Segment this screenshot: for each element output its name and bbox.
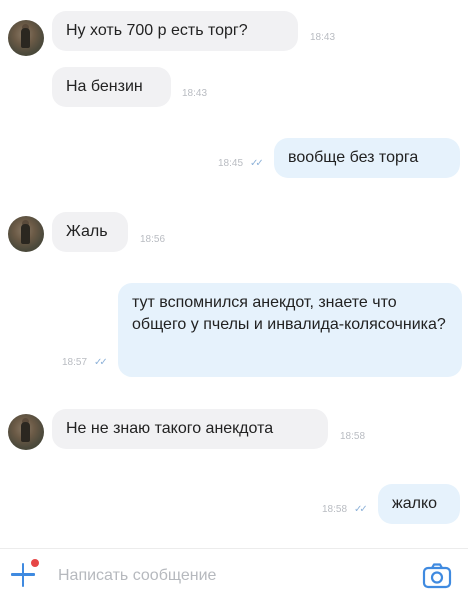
message-bubble-outgoing[interactable]: жалко [378,484,460,524]
avatar[interactable] [8,20,44,56]
avatar[interactable] [8,414,44,450]
camera-icon[interactable] [422,563,452,589]
message-bubble-incoming[interactable]: На бензин [52,67,171,107]
double-check-icon: ✓✓ [250,158,264,169]
message-composer [0,549,468,604]
plus-icon[interactable] [10,559,39,587]
double-check-icon: ✓✓ [354,504,368,515]
message-bubble-outgoing[interactable]: тут вспомнился анекдот, знаете что общег… [118,283,462,377]
avatar[interactable] [8,216,44,252]
message-bubble-incoming[interactable]: Жаль [52,212,128,252]
message-list: Ну хоть 700 р есть торг? 18:43 На бензин… [0,0,468,548]
message-time: 18:57 [62,357,88,368]
double-check-icon: ✓✓ [94,357,108,368]
message-time: 18:58 [322,504,348,515]
message-input[interactable] [58,563,388,589]
message-bubble-outgoing[interactable]: вообще без торга [274,138,460,178]
message-time: 18:43 [310,32,336,43]
message-time: 18:45 [218,158,244,169]
message-time: 18:56 [140,234,166,245]
message-bubble-incoming[interactable]: Не не знаю такого анекдота [52,409,328,449]
message-time: 18:43 [182,88,208,99]
message-time: 18:58 [340,431,366,442]
notification-dot [31,559,39,567]
message-bubble-incoming[interactable]: Ну хоть 700 р есть торг? [52,11,298,51]
